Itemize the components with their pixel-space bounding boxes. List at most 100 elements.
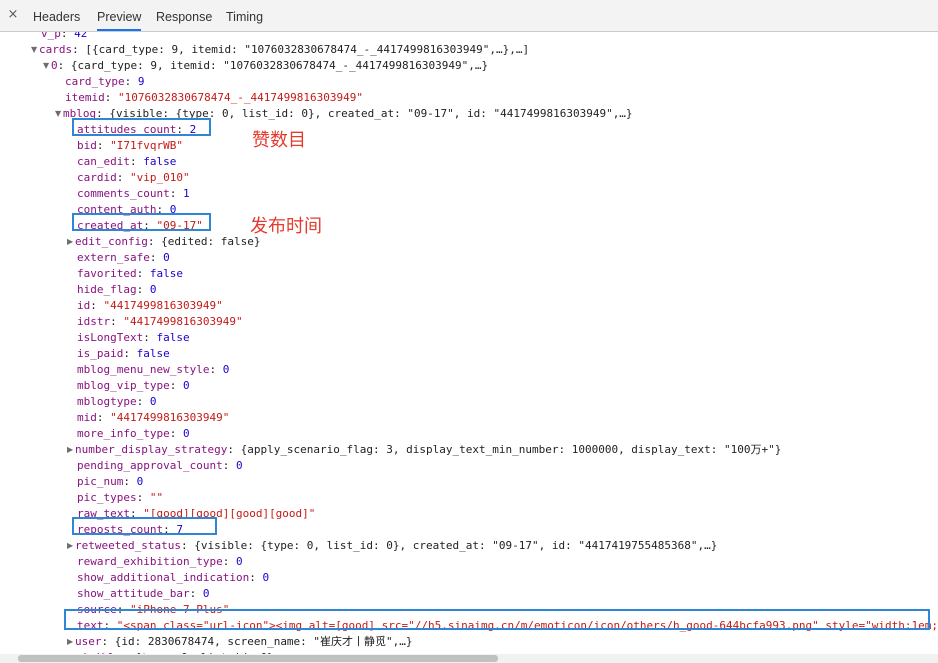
json-separator: : xyxy=(96,411,111,424)
tree-row-can-edit: can_edit: false xyxy=(77,154,176,170)
json-separator: : xyxy=(110,315,124,328)
json-value: 0 xyxy=(163,251,170,264)
tree-row-retweeted-status[interactable]: ▶ retweeted_status: {visible: {type: 0, l… xyxy=(67,538,717,554)
tree-row-id: id: "4417499816303949" xyxy=(77,298,223,314)
json-separator: : xyxy=(90,299,104,312)
tab-headers[interactable]: Headers xyxy=(33,0,80,31)
json-key: show_attitude_bar xyxy=(77,587,190,600)
json-key: is_paid xyxy=(77,347,124,360)
json-value: 0 xyxy=(182,379,190,392)
json-separator: : xyxy=(227,443,241,456)
json-separator: : xyxy=(129,155,144,168)
json-value: 0 xyxy=(149,283,157,296)
json-separator: : xyxy=(136,491,150,504)
json-key: comments_count xyxy=(77,187,170,200)
json-separator: : xyxy=(169,187,183,200)
json-value: "4417499816303949" xyxy=(110,411,230,424)
tree-row-itemid: itemid: "1076032830678474_-_441749981630… xyxy=(65,90,363,106)
json-key: extern_safe xyxy=(77,251,150,264)
expand-down-icon[interactable]: ▼ xyxy=(55,106,63,122)
json-key: pic_types xyxy=(77,491,137,504)
json-key: bid xyxy=(77,139,97,152)
json-value: false xyxy=(136,347,170,360)
json-separator: : xyxy=(136,267,150,280)
json-value: "4417499816303949" xyxy=(103,299,223,312)
horizontal-scrollbar[interactable] xyxy=(0,654,938,663)
tree-row-show-attitude-bar: show_attitude_bar: 0 xyxy=(77,586,209,602)
tree-row-isLongText: isLongText: false xyxy=(77,330,190,346)
json-key: retweeted_status xyxy=(75,539,181,552)
expand-right-icon[interactable]: ▶ xyxy=(67,234,75,250)
tree-row-cards[interactable]: ▼ cards: [{card_type: 9, itemid: "1076032… xyxy=(31,42,529,58)
json-key: cardid xyxy=(77,171,117,184)
tree-row-0[interactable]: ▼ 0: {card_type: 9, itemid: "107603283067… xyxy=(43,58,488,74)
json-value: false xyxy=(149,267,183,280)
tab-response[interactable]: Response xyxy=(156,0,212,31)
json-key: show_additional_indication xyxy=(77,571,250,584)
tree-row-mblog-menu-new-style: mblog_menu_new_style: 0 xyxy=(77,362,229,378)
json-key: idstr xyxy=(77,315,111,328)
json-key: mblogtype xyxy=(77,395,137,408)
json-key: 0 xyxy=(51,59,58,72)
json-key: edit_config xyxy=(75,235,148,248)
json-key: can_edit xyxy=(77,155,130,168)
json-value: {id: 2830678474, screen_name: "崔庆才丨静觅",…… xyxy=(114,635,413,648)
expand-right-icon[interactable]: ▶ xyxy=(67,634,75,650)
annotation-time: 发布时间 xyxy=(250,216,322,237)
json-key: id xyxy=(77,299,91,312)
json-separator: : xyxy=(169,379,183,392)
expand-right-icon[interactable]: ▶ xyxy=(67,442,75,458)
json-separator: : xyxy=(116,171,130,184)
json-value: 0 xyxy=(235,555,243,568)
close-icon[interactable]: × xyxy=(6,8,20,22)
json-value: [{card_type: 9, itemid: "107603283067847… xyxy=(85,43,530,56)
json-value: {edited: false} xyxy=(161,235,261,248)
json-separator: : xyxy=(222,459,236,472)
tree-row-pic-num: pic_num: 0 xyxy=(77,474,143,490)
expand-right-icon[interactable]: ▶ xyxy=(67,538,75,554)
json-value: "I71fvqrWB" xyxy=(110,139,183,152)
tree-row-card-type: card_type: 9 xyxy=(65,74,144,90)
json-separator: : xyxy=(180,539,195,552)
tree-row-comments-count: comments_count: 1 xyxy=(77,186,190,202)
json-separator: : xyxy=(149,251,164,264)
json-key: mid xyxy=(77,411,97,424)
highlight-reposts-count xyxy=(72,517,217,535)
json-value: "1076032830678474_-_4417499816303949" xyxy=(118,91,364,104)
tree-row-reward-exhibition-type: reward_exhibition_type: 0 xyxy=(77,554,243,570)
json-value: "vip_010" xyxy=(130,171,190,184)
json-separator: : xyxy=(124,75,138,88)
json-separator: : xyxy=(136,395,150,408)
json-value: false xyxy=(143,155,177,168)
json-key: mblog_menu_new_style xyxy=(77,363,210,376)
json-value: false xyxy=(156,331,190,344)
scrollbar-thumb[interactable] xyxy=(18,655,498,662)
tree-row-mid: mid: "4417499816303949" xyxy=(77,410,229,426)
json-key: mblog_vip_type xyxy=(77,379,170,392)
json-key: isLongText xyxy=(77,331,144,344)
expand-down-icon[interactable]: ▼ xyxy=(31,42,39,58)
json-key: v_p xyxy=(41,32,61,40)
tree-row-more-info-type: more_info_type: 0 xyxy=(77,426,190,442)
tree-row-edit-config[interactable]: ▶ edit_config: {edited: false} xyxy=(67,234,260,250)
json-value: 0 xyxy=(182,427,190,440)
tree-row-user[interactable]: ▶ user: {id: 2830678474, screen_name: "崔庆… xyxy=(67,634,413,650)
tree-row-number-display-strategy[interactable]: ▶ number_display_strategy: {apply_scenari… xyxy=(67,442,781,458)
json-value: "4417499816303949" xyxy=(123,315,243,328)
tree-row-bid: bid: "I71fvqrWB" xyxy=(77,138,183,154)
json-separator: : xyxy=(169,427,183,440)
expand-down-icon[interactable]: ▼ xyxy=(43,58,51,74)
json-separator: : xyxy=(136,283,150,296)
tree-row-show-additional-indication: show_additional_indication: 0 xyxy=(77,570,269,586)
json-key: number_display_strategy xyxy=(75,443,228,456)
json-value: {visible: {type: 0, list_id: 0}, created… xyxy=(194,539,718,552)
json-value: 0 xyxy=(136,475,144,488)
json-separator: : xyxy=(101,635,115,648)
json-separator: : xyxy=(249,571,263,584)
json-key: reward_exhibition_type xyxy=(77,555,223,568)
json-value: 42 xyxy=(74,32,88,40)
highlight-created-at xyxy=(72,213,211,231)
devtools-tab-bar: × Headers Preview Response Timing xyxy=(0,0,938,32)
tab-timing[interactable]: Timing xyxy=(226,0,263,31)
tab-preview[interactable]: Preview xyxy=(97,0,142,31)
